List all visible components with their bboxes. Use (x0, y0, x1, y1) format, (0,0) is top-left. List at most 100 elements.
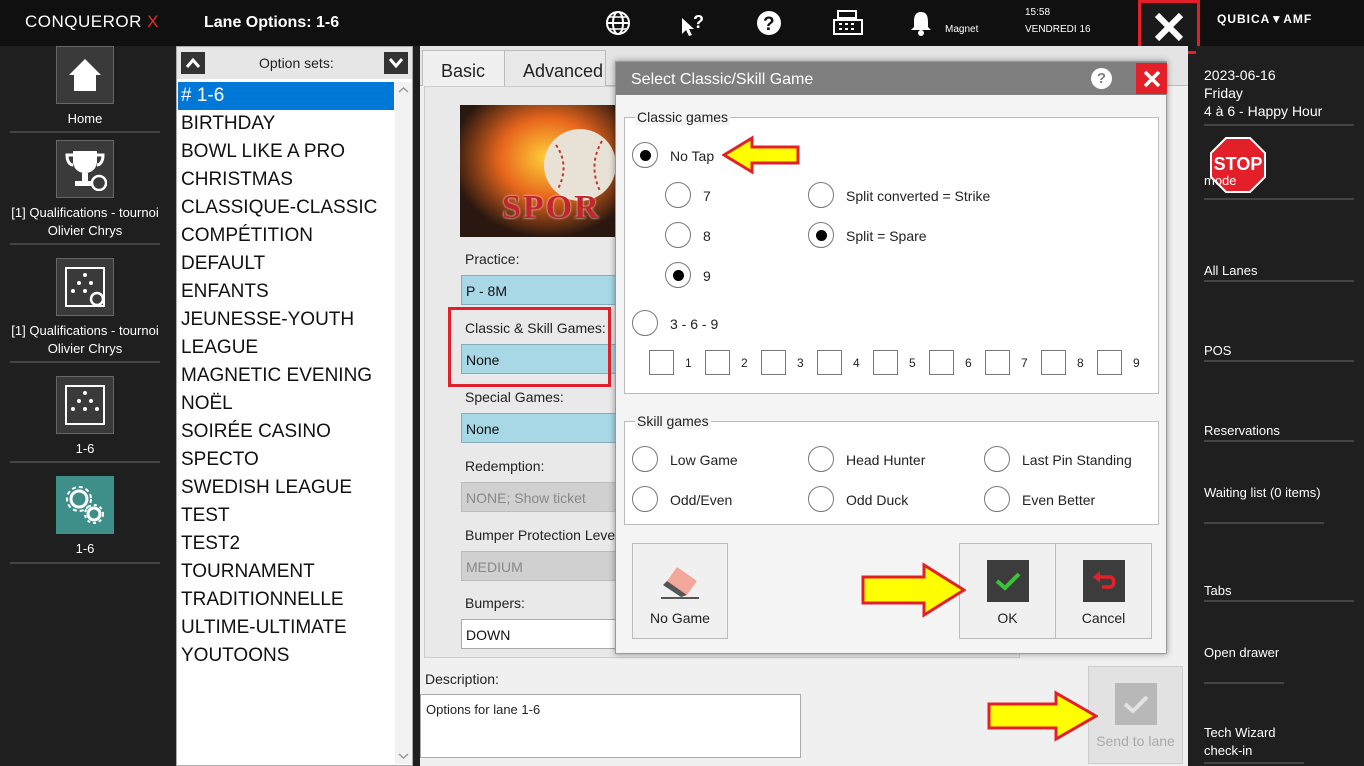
list-item[interactable]: SOIRÉE CASINO (178, 418, 394, 446)
nav-tabs[interactable]: Tabs (1204, 582, 1354, 602)
description-field[interactable]: Options for lane 1-6 (420, 694, 801, 758)
radio-odd-even[interactable] (632, 486, 658, 512)
scroll-down-button[interactable] (384, 52, 408, 74)
odd-even-label: Odd/Even (670, 492, 733, 508)
list-item[interactable]: SPECTO (178, 446, 394, 474)
scroll-up-button[interactable] (181, 52, 205, 74)
list-item[interactable]: CHRISTMAS (178, 166, 394, 194)
pin-checkbox-9[interactable] (1097, 350, 1122, 375)
trophy-settings-icon (56, 140, 114, 198)
radio-low-game[interactable] (632, 446, 658, 472)
list-item[interactable]: YOUTOONS (178, 642, 394, 670)
radio-3-6-9[interactable] (632, 310, 658, 336)
practice-select[interactable]: P - 8M (461, 275, 631, 305)
nav-tech-wizard[interactable]: Tech Wizard check-in (1204, 724, 1304, 764)
list-item[interactable]: TEST2 (178, 530, 394, 558)
list-item[interactable]: DEFAULT (178, 250, 394, 278)
help-icon[interactable]: ? (754, 8, 784, 38)
pin-checkbox-6[interactable] (929, 350, 954, 375)
radio-8[interactable] (665, 222, 691, 248)
radio-odd-duck[interactable] (808, 486, 834, 512)
pin-label: 9 (1133, 356, 1140, 370)
nav-pos[interactable]: POS (1204, 342, 1354, 362)
pin-checkbox-2[interactable] (705, 350, 730, 375)
list-item[interactable]: # 1-6 (178, 82, 394, 110)
undo-icon (1082, 560, 1125, 602)
list-item[interactable]: TRADITIONNELLE (178, 586, 394, 614)
radio-head-hunter[interactable] (808, 446, 834, 472)
list-item[interactable]: ENFANTS (178, 278, 394, 306)
no-game-button[interactable]: No Game (632, 543, 728, 639)
ok-button[interactable]: OK (959, 543, 1056, 639)
dialog-help-button[interactable]: ? (1091, 68, 1112, 89)
pin-checkbox-4[interactable] (817, 350, 842, 375)
even-better-label: Even Better (1022, 492, 1096, 508)
right-nav: 2023-06-16 Friday 4 à 6 - Happy Hour STO… (1196, 46, 1364, 766)
list-item[interactable]: COMPÉTITION (178, 222, 394, 250)
globe-icon[interactable] (603, 8, 633, 38)
nav-waiting-list[interactable]: Waiting list (0 items) (1204, 484, 1324, 524)
arrow-annotation-no-tap (722, 135, 800, 175)
radio-no-tap[interactable] (632, 142, 658, 168)
banner-text: SPOR (502, 189, 601, 226)
eraser-icon (659, 560, 701, 602)
pin-checkbox-5[interactable] (873, 350, 898, 375)
list-item[interactable]: JEUNESSE-YOUTH (178, 306, 394, 334)
radio-last-pin-standing[interactable] (984, 446, 1010, 472)
game-banner-image: SPOR (460, 105, 620, 237)
tab-basic[interactable]: Basic (422, 50, 506, 86)
close-icon (1154, 12, 1184, 42)
nav-lane-1-6[interactable]: 1-6 (10, 376, 160, 463)
list-item[interactable]: CLASSIQUE-CLASSIC (178, 194, 394, 222)
cancel-button[interactable]: Cancel (1055, 543, 1152, 639)
nav-all-lanes[interactable]: All Lanes (1204, 262, 1354, 282)
list-item[interactable]: SWEDISH LEAGUE (178, 474, 394, 502)
nav-qualifications-2[interactable]: [1] Qualifications - tournoi Olivier Chr… (10, 258, 160, 363)
description-label: Description: (425, 671, 499, 687)
nav-qualifications-1[interactable]: [1] Qualifications - tournoi Olivier Chr… (10, 140, 160, 245)
list-item[interactable]: BOWL LIKE A PRO (178, 138, 394, 166)
list-item[interactable]: NOËL (178, 390, 394, 418)
send-to-lane-button[interactable]: Send to lane (1088, 666, 1183, 764)
odd-duck-label: Odd Duck (846, 492, 909, 508)
cash-register-icon[interactable] (831, 8, 865, 38)
radio-split-strike[interactable] (808, 182, 834, 208)
pin-checkbox-8[interactable] (1041, 350, 1066, 375)
check-icon (1114, 683, 1157, 725)
special-games-select[interactable]: None (461, 413, 631, 443)
list-item[interactable]: TEST (178, 502, 394, 530)
tab-advanced[interactable]: Advanced (504, 50, 606, 86)
bumper-protection-select: MEDIUM (461, 551, 631, 581)
no-tap-label: No Tap (670, 148, 715, 164)
pin-checkbox-1[interactable] (649, 350, 674, 375)
stop-mode-button[interactable]: STOP mode (1204, 136, 1354, 200)
option-sets-scrollbar[interactable] (395, 82, 412, 764)
pin-checkbox-3[interactable] (761, 350, 786, 375)
nav-open-drawer[interactable]: Open drawer (1204, 644, 1284, 684)
user-name: Magnet (945, 24, 979, 35)
list-item[interactable]: ULTIME-ULTIMATE (178, 614, 394, 642)
pin-label: 4 (853, 356, 860, 370)
list-item[interactable]: BIRTHDAY (178, 110, 394, 138)
practice-label: Practice: (465, 251, 520, 267)
chevron-down-icon (388, 58, 404, 69)
pointer-help-icon[interactable]: ? (678, 8, 708, 38)
radio-9[interactable] (665, 262, 691, 288)
low-game-label: Low Game (670, 452, 738, 468)
list-item[interactable]: MAGNETIC EVENING (178, 362, 394, 390)
nav-reservations[interactable]: Reservations (1204, 422, 1354, 442)
radio-7[interactable] (665, 182, 691, 208)
list-item[interactable]: TOURNAMENT (178, 558, 394, 586)
brand-logo: QUBICA▼AMF (1217, 12, 1313, 26)
nav-lane-options-1-6[interactable]: 1-6 (10, 476, 160, 564)
list-item[interactable]: LEAGUE (178, 334, 394, 362)
classic-games-group: Classic games No Tap 7 8 9 Split convert… (624, 109, 1159, 394)
radio-split-spare[interactable] (808, 222, 834, 248)
radio-even-better[interactable] (984, 486, 1010, 512)
split-spare-label: Split = Spare (846, 228, 927, 244)
dialog-close-button[interactable] (1136, 63, 1167, 94)
pin-checkbox-7[interactable] (985, 350, 1010, 375)
bumpers-select[interactable]: DOWN (461, 619, 631, 649)
bell-icon[interactable] (908, 8, 934, 38)
nav-home[interactable]: Home (10, 46, 160, 133)
